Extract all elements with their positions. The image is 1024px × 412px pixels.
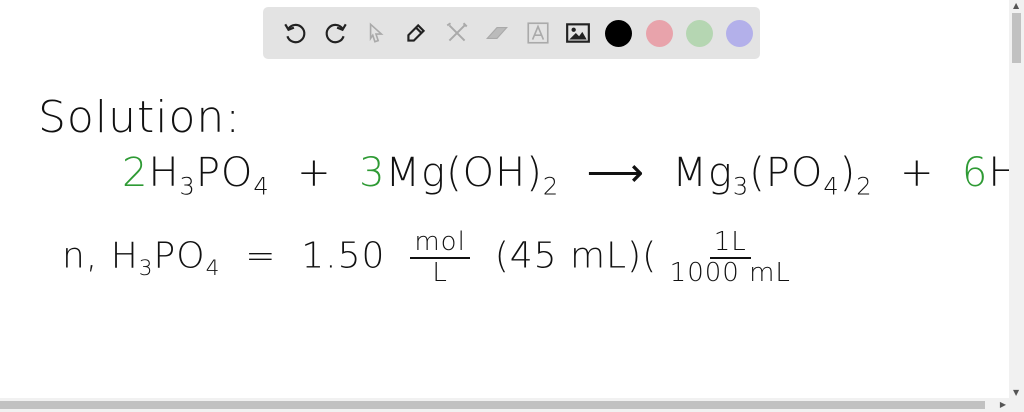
- eraser-icon: [486, 27, 509, 39]
- color-black[interactable]: [598, 13, 638, 53]
- vertical-scrollbar[interactable]: ▲ ▼: [1009, 0, 1024, 398]
- eraser-button[interactable]: [477, 13, 517, 53]
- concentration-unit: mol L: [410, 228, 470, 287]
- redo-button[interactable]: [315, 13, 355, 53]
- horizontal-scroll-thumb[interactable]: [0, 401, 985, 409]
- select-button[interactable]: [356, 13, 396, 53]
- undo-icon: [284, 23, 306, 44]
- image-button[interactable]: [558, 13, 598, 53]
- horizontal-scrollbar[interactable]: ▶: [0, 398, 1024, 412]
- balanced-equation: 2H3PO4 + 3Mg(OH)2 ⟶ Mg3(PO4)2 + 6H2O: [122, 150, 1024, 201]
- color-pink[interactable]: [639, 13, 679, 53]
- text-icon: [527, 22, 549, 44]
- tools-button[interactable]: [437, 13, 477, 53]
- solution-heading: Solution:: [38, 92, 242, 143]
- tools-icon: [446, 22, 468, 42]
- scroll-up-icon[interactable]: ▲: [1013, 1, 1019, 10]
- drawing-toolbar: [263, 7, 760, 59]
- pen-icon: [407, 23, 426, 42]
- redo-icon: [325, 23, 347, 44]
- pen-button[interactable]: [396, 13, 436, 53]
- undo-button[interactable]: [275, 13, 315, 53]
- color-green[interactable]: [679, 13, 719, 53]
- scroll-right-icon[interactable]: ▶: [1000, 400, 1006, 409]
- color-purple[interactable]: [720, 13, 760, 53]
- conversion-factor: 1L 1000 mL: [669, 227, 791, 288]
- vertical-scroll-thumb[interactable]: [1012, 13, 1021, 63]
- scroll-down-icon[interactable]: ▼: [1013, 388, 1019, 397]
- select-icon: [369, 22, 384, 43]
- text-button[interactable]: [518, 13, 558, 53]
- image-icon: [566, 23, 591, 43]
- moles-calculation: n, H3PO4 = 1.50 mol L (45 mL)( 1L 1000 mL: [62, 227, 791, 288]
